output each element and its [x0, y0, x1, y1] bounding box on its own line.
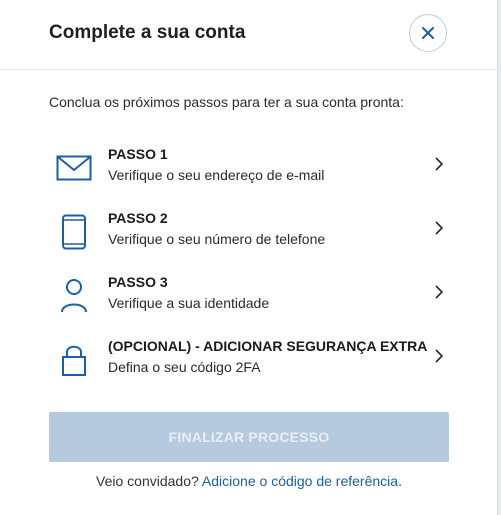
step-title: PASSO 1 — [108, 146, 168, 162]
step-phone[interactable]: PASSO 2 Verifique o seu número de telefo… — [49, 210, 449, 260]
step-title: PASSO 3 — [108, 274, 168, 290]
step-subtitle: Verifique o seu endereço de e-mail — [108, 167, 325, 183]
intro-text: Conclua os próximos passos para ter a su… — [49, 94, 404, 110]
step-subtitle: Verifique a sua identidade — [108, 295, 270, 311]
dialog-title: Complete a sua conta — [49, 22, 246, 43]
step-title: PASSO 2 — [108, 210, 168, 226]
step-email[interactable]: PASSO 1 Verifique o seu endereço de e-ma… — [49, 146, 449, 196]
finish-button[interactable]: FINALIZAR PROCESSO — [49, 412, 449, 462]
close-icon — [422, 27, 434, 39]
step-subtitle: Defina o seu código 2FA — [108, 359, 261, 375]
step-2fa[interactable]: (OPCIONAL) - ADICIONAR SEGURANÇA EXTRA D… — [49, 338, 449, 388]
step-title: (OPCIONAL) - ADICIONAR SEGURANÇA EXTRA — [108, 338, 428, 354]
referral-prefix: Veio convidado? — [96, 473, 199, 489]
step-identity[interactable]: PASSO 3 Verifique a sua identidade — [49, 274, 449, 324]
referral-suffix: . — [398, 473, 402, 489]
envelope-icon — [49, 146, 99, 190]
step-subtitle: Verifique o seu número de telefone — [108, 231, 326, 247]
chevron-right-icon — [435, 349, 444, 363]
dialog-header: Complete a sua conta — [0, 0, 498, 70]
referral-link[interactable]: Adicione o código de referência — [202, 473, 398, 489]
referral-footer: Veio convidado? Adicione o código de ref… — [0, 473, 498, 489]
lock-icon — [49, 338, 99, 382]
close-button[interactable] — [409, 14, 447, 52]
chevron-right-icon — [435, 157, 444, 171]
window-edge-line — [497, 0, 498, 515]
chevron-right-icon — [435, 221, 444, 235]
phone-icon — [49, 210, 99, 254]
person-icon — [49, 274, 99, 318]
chevron-right-icon — [435, 285, 444, 299]
